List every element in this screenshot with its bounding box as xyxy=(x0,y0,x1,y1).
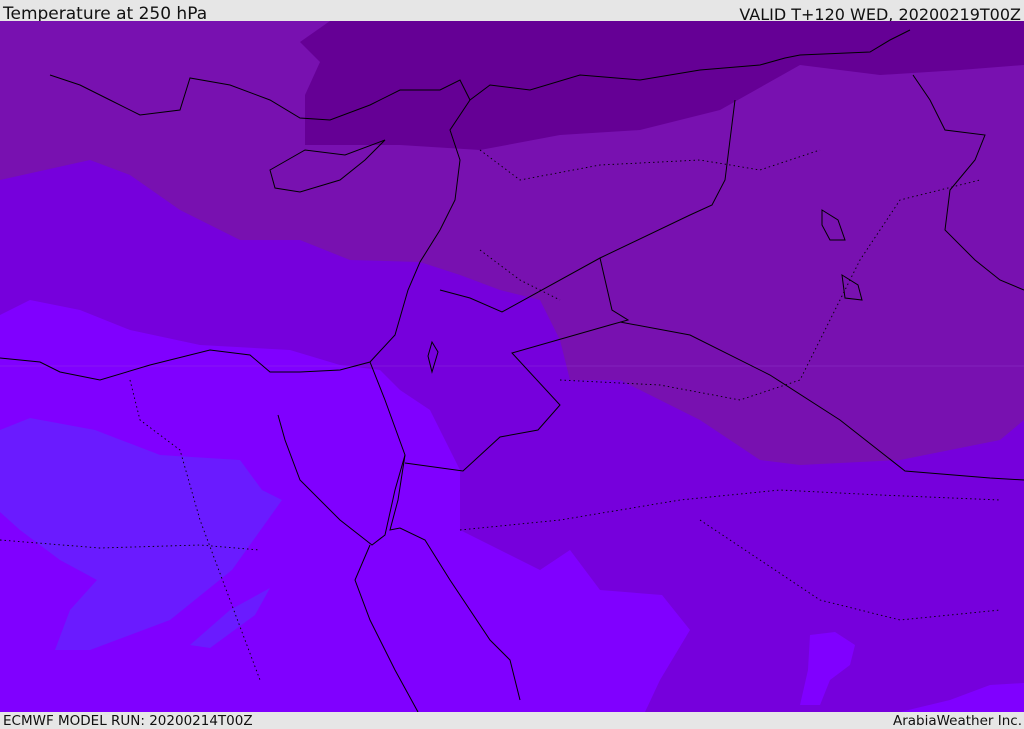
model-run: ECMWF MODEL RUN: 20200214T00Z xyxy=(3,713,253,729)
footer-bar: ECMWF MODEL RUN: 20200214T00Z ArabiaWeat… xyxy=(0,712,1024,729)
brand-credit: ArabiaWeather Inc. xyxy=(892,713,1022,729)
header-bar: Temperature at 250 hPa VALID T+120 WED, … xyxy=(0,0,1024,24)
temperature-map xyxy=(0,21,1024,712)
